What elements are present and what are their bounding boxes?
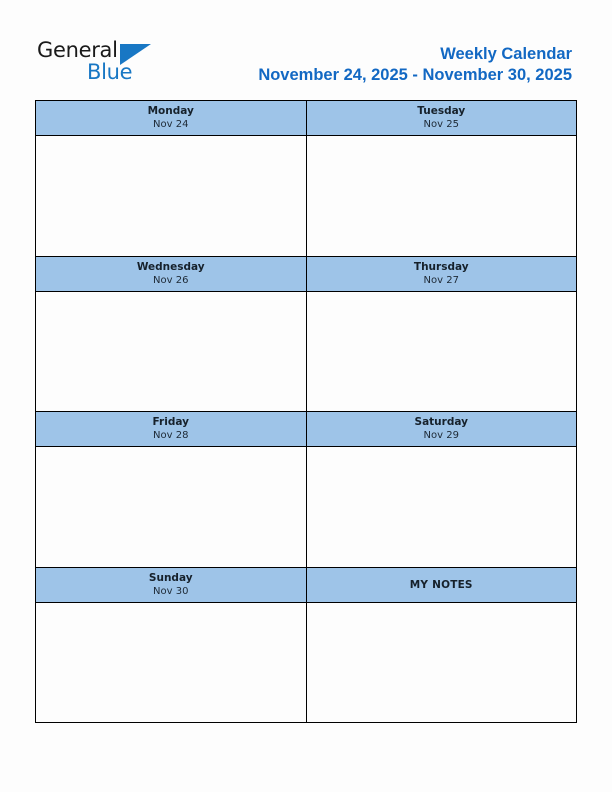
day-cell-tuesday[interactable] [305,136,576,256]
calendar-title-block: Weekly Calendar November 24, 2025 - Nove… [258,44,572,86]
day-date-label: Nov 28 [153,430,189,441]
calendar-row-headers: Sunday Nov 30 MY NOTES [36,567,576,603]
day-name-label: Thursday [413,260,469,273]
day-name-label: Friday [152,416,189,428]
day-header-tuesday: Tuesday Nov 25 [305,101,576,135]
day-name-label: Sunday [148,571,193,584]
logo-text-general: General [37,38,118,62]
calendar-row-bodies [36,291,576,411]
calendar-row: Wednesday Nov 26 Thursday Nov 27 [36,255,576,411]
day-date-label: Nov 30 [153,585,189,597]
calendar-row-headers: Wednesday Nov 26 Thursday Nov 27 [36,256,576,292]
page-header: General Blue Weekly Calendar November 24… [0,0,612,96]
day-cell-friday[interactable] [36,447,306,567]
day-name-label: Saturday [414,416,468,428]
notes-header: MY NOTES [305,567,576,602]
calendar-row-headers: Friday Nov 28 Saturday Nov 29 [36,412,576,447]
day-cell-wednesday[interactable] [36,291,306,411]
day-date-label: Nov 26 [153,274,189,286]
notes-label: MY NOTES [409,578,473,591]
day-header-sunday: Sunday Nov 30 [36,567,306,602]
date-range-subtitle: November 24, 2025 - November 30, 2025 [258,66,572,84]
day-header-saturday: Saturday Nov 29 [305,412,576,446]
calendar-row-bodies [36,136,576,256]
day-header-wednesday: Wednesday Nov 26 [36,256,306,291]
page-title: Weekly Calendar [440,45,572,63]
calendar-row-bodies [36,447,576,567]
notes-cell[interactable] [305,602,576,722]
day-header-thursday: Thursday Nov 27 [305,256,576,291]
calendar-row-bodies [36,602,576,722]
weekly-calendar-grid: Monday Nov 24 Tuesday Nov 25 Wednesday N… [35,100,577,723]
calendar-row: Monday Nov 24 Tuesday Nov 25 [36,101,576,256]
day-name-label: Monday [147,105,194,117]
calendar-row: Friday Nov 28 Saturday Nov 29 [36,411,576,567]
day-date-label: Nov 24 [153,119,189,130]
logo-text-blue: Blue [87,60,133,84]
day-name-label: Tuesday [417,105,466,117]
day-date-label: Nov 25 [423,119,459,130]
day-date-label: Nov 27 [423,274,459,286]
day-header-friday: Friday Nov 28 [36,412,306,446]
day-cell-monday[interactable] [36,136,306,256]
day-header-monday: Monday Nov 24 [36,101,306,135]
day-cell-thursday[interactable] [305,291,576,411]
calendar-row-headers: Monday Nov 24 Tuesday Nov 25 [36,101,576,136]
day-cell-sunday[interactable] [36,602,306,722]
day-cell-saturday[interactable] [305,447,576,567]
general-blue-logo: General Blue [37,38,157,88]
day-date-label: Nov 29 [423,430,459,441]
calendar-row: Sunday Nov 30 MY NOTES [36,566,576,722]
day-name-label: Wednesday [136,260,205,273]
